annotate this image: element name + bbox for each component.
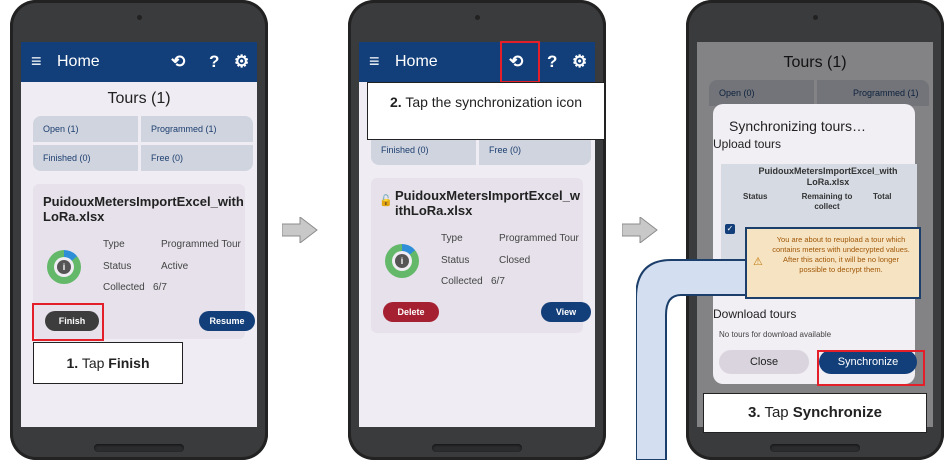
lock-open-icon: 🔓 xyxy=(379,195,393,207)
step-2-callout: 2. Tap the synchronization icon xyxy=(367,82,605,140)
speaker-grill xyxy=(432,444,522,452)
chip-free[interactable]: Free (0) xyxy=(141,145,253,171)
hamburger-menu-icon[interactable]: ≡ xyxy=(31,51,42,72)
collected-value: 6/7 xyxy=(153,282,167,293)
tour-card[interactable]: 🔓 PuidouxMetersImportExcel_w ithLoRa.xls… xyxy=(371,178,591,333)
info-icon: i xyxy=(395,254,409,268)
help-icon[interactable]: ? xyxy=(209,52,219,72)
hamburger-menu-icon[interactable]: ≡ xyxy=(369,51,380,72)
delete-button[interactable]: Delete xyxy=(383,302,439,322)
synchronize-highlight-box xyxy=(817,350,925,386)
chip-open[interactable]: Open (1) xyxy=(33,116,138,142)
status-value: Closed xyxy=(499,255,531,266)
chip-programmed[interactable]: Programmed (1) xyxy=(141,116,253,142)
type-value: Programmed Tour xyxy=(161,239,241,250)
app-bar-title: Home xyxy=(395,53,438,70)
chip-finished[interactable]: Finished (0) xyxy=(33,145,138,171)
sync-icon[interactable]: ⟲ xyxy=(171,52,185,72)
collected-label: Collected xyxy=(103,282,145,293)
chip-free[interactable]: Free (0) xyxy=(479,139,591,165)
reupload-warning-box: ⚠ You are about to reupload a tour which… xyxy=(745,227,921,299)
view-button[interactable]: View xyxy=(541,302,591,322)
app-bar: ≡ Home ⟲ ? ⚙ xyxy=(359,42,595,82)
speaker-grill xyxy=(94,444,184,452)
warning-text: You are about to reupload a tour which c… xyxy=(772,235,910,274)
step-1-callout: 1. Tap Finish xyxy=(33,342,183,384)
progress-donut-icon: i xyxy=(47,250,81,284)
dialog-title: Synchronizing tours… xyxy=(729,118,866,134)
tours-title: Tours (1) xyxy=(107,90,171,107)
warning-icon: ⚠ xyxy=(753,256,763,268)
type-value: Programmed Tour xyxy=(499,233,579,244)
app-bar: ≡ Home ⟲ ? ⚙ xyxy=(21,42,257,82)
collected-value: 6/7 xyxy=(491,276,505,287)
tablet-device-1: ≡ Home ⟲ ? ⚙ Tours (1) Open (1) Programm… xyxy=(10,0,268,460)
tour-file-name: PuidouxMetersImportExcel_w ithLoRa.xlsx xyxy=(395,188,580,218)
camera xyxy=(137,15,142,20)
chip-finished[interactable]: Finished (0) xyxy=(371,139,476,165)
type-label: Type xyxy=(441,233,463,244)
next-step-arrow-icon xyxy=(282,217,318,243)
camera xyxy=(813,15,818,20)
help-icon[interactable]: ? xyxy=(547,52,557,72)
sync-icon-highlight-box xyxy=(500,41,540,83)
status-label: Status xyxy=(441,255,470,266)
upload-tours-heading: Upload tours xyxy=(713,137,782,151)
progress-donut-icon: i xyxy=(385,244,419,278)
settings-gear-icon[interactable]: ⚙ xyxy=(572,52,587,72)
col-status: Status xyxy=(743,192,768,201)
collected-label: Collected xyxy=(441,276,483,287)
settings-gear-icon[interactable]: ⚙ xyxy=(234,52,249,72)
tour-file-name: PuidouxMetersImportExcel_with LoRa.xlsx xyxy=(43,194,244,224)
col-total: Total xyxy=(873,192,892,201)
camera xyxy=(475,15,480,20)
step-3-callout: 3. Tap Synchronize xyxy=(703,393,927,433)
finish-highlight-box xyxy=(32,303,104,341)
status-value: Active xyxy=(161,261,189,272)
table-file-name: PuidouxMetersImportExcel_with LoRa.xlsx xyxy=(758,166,898,187)
tablet-device-2: ≡ Home ⟲ ? ⚙ Finished (0) Free (0) 🔓 Pui… xyxy=(348,0,606,460)
info-icon: i xyxy=(57,260,71,274)
status-label: Status xyxy=(103,261,132,272)
app-bar-title: Home xyxy=(57,53,100,70)
col-remaining: Remaining to collect xyxy=(801,192,853,211)
speaker-grill xyxy=(770,444,860,452)
type-label: Type xyxy=(103,239,125,250)
resume-button[interactable]: Resume xyxy=(199,311,255,331)
